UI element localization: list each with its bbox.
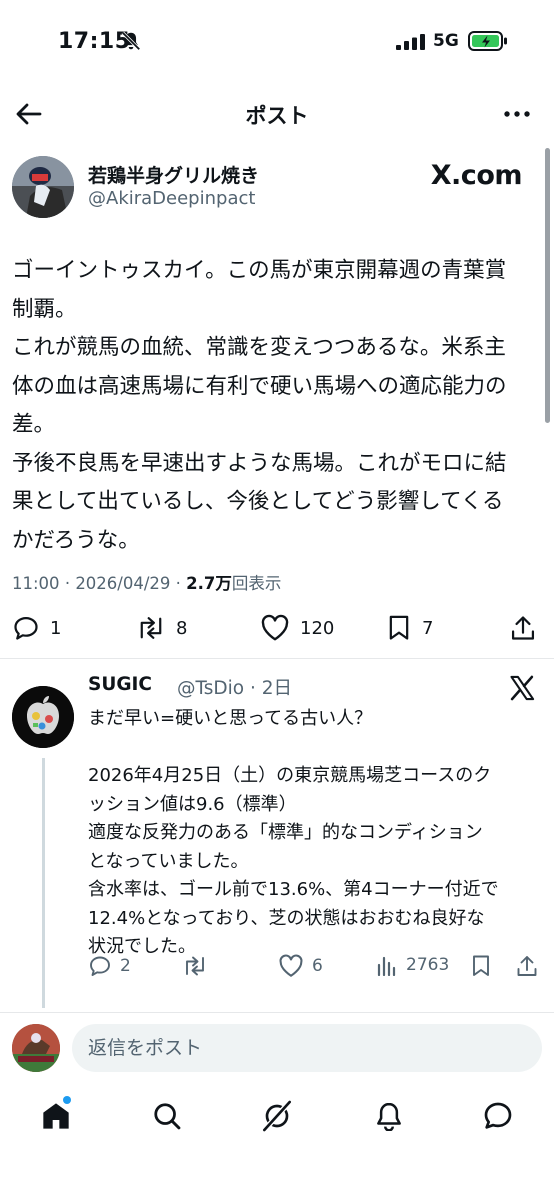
view-label: 回表示 <box>231 574 282 593</box>
author-handle[interactable]: @AkiraDeepinpact <box>88 188 255 209</box>
post-header: ポスト <box>0 86 554 142</box>
reply-author-name[interactable]: SUGIC <box>88 674 152 695</box>
heart-icon <box>279 954 303 977</box>
reply-avatar[interactable] <box>12 686 74 748</box>
search-icon <box>154 1103 181 1130</box>
reply-views-button[interactable]: 2763 <box>376 954 449 976</box>
meta-separator: · <box>249 678 256 699</box>
nav-messages[interactable] <box>480 1098 516 1134</box>
bell-icon <box>377 1102 401 1131</box>
reply-bookmark-button[interactable] <box>470 954 492 978</box>
reply-count: 1 <box>50 617 62 639</box>
share-button[interactable] <box>510 614 536 642</box>
meta-separator: · <box>175 574 181 593</box>
comment-icon <box>90 956 110 976</box>
comment-icon <box>14 616 38 640</box>
reply-button[interactable]: 1 <box>12 614 61 642</box>
reply-input[interactable] <box>72 1024 542 1072</box>
reply-like-button[interactable]: 6 <box>278 954 323 978</box>
notification-dot <box>63 1096 71 1104</box>
bar-chart-icon <box>377 956 396 976</box>
meta-separator: · <box>64 574 71 593</box>
avatar-image <box>12 156 74 218</box>
reply-repost-button[interactable] <box>182 954 216 978</box>
home-icon <box>43 1103 69 1129</box>
reply-share-button[interactable] <box>516 954 538 978</box>
my-avatar[interactable] <box>12 1024 60 1072</box>
reply-post[interactable]: SUGIC @TsDio · 2日 まだ早い=硬いと思ってる古い人？ 2026年… <box>0 662 554 1012</box>
reply-meta: @TsDio · 2日 <box>177 674 292 700</box>
heart-icon <box>261 614 289 641</box>
nav-grok[interactable] <box>259 1098 295 1134</box>
status-bar: 17:15 5G <box>0 0 554 84</box>
racehorse-avatar-image <box>12 1024 60 1072</box>
post-actions: 1 8 120 7 <box>12 610 542 650</box>
network-type: 5G <box>433 31 459 51</box>
apple-logo-avatar-image <box>12 686 74 748</box>
post-text: ゴーイントゥスカイ。この馬が東京開幕週の青葉賞 制覇。 これが競馬の血統、常識を… <box>12 258 507 553</box>
page-title: ポスト <box>245 104 309 128</box>
like-count: 120 <box>300 617 335 639</box>
nav-search[interactable] <box>149 1098 185 1134</box>
more-horizontal-icon <box>504 111 530 117</box>
repost-button[interactable]: 8 <box>136 614 187 642</box>
share-icon <box>517 956 537 976</box>
thread-line <box>42 758 45 1008</box>
reply-like-count: 6 <box>312 956 323 976</box>
source-badge: X.com <box>430 160 523 191</box>
divider <box>0 658 554 659</box>
bookmark-icon <box>389 615 409 640</box>
bell-off-icon <box>121 31 141 51</box>
reply-age: 2日 <box>261 678 293 699</box>
like-button[interactable]: 120 <box>260 614 334 642</box>
author-name[interactable]: 若鶏半身グリル焼き <box>88 161 259 188</box>
post-meta: 11:00 · 2026/04/29 · 2.7万回表示 <box>12 570 281 594</box>
reply-actions: 2 6 2763 <box>88 952 544 984</box>
scrollbar[interactable] <box>545 148 550 423</box>
reply-text: まだ早い=硬いと思ってる古い人？ 2026年4月25日（土）の東京競馬場芝コース… <box>88 708 499 957</box>
repost-count: 8 <box>176 617 188 639</box>
x-logo-icon <box>510 675 535 701</box>
divider <box>0 1012 554 1013</box>
view-count: 2.7万 <box>186 574 232 593</box>
compose-reply <box>0 1016 554 1080</box>
more-button[interactable] <box>500 100 534 128</box>
author-avatar[interactable] <box>12 156 74 218</box>
nav-notifications[interactable] <box>371 1098 407 1134</box>
share-icon <box>511 616 535 640</box>
grok-icon <box>263 1100 291 1132</box>
repost-icon <box>140 617 162 639</box>
reply-reply-count: 2 <box>120 956 131 976</box>
bookmark-count: 7 <box>422 617 434 639</box>
reply-view-count: 2763 <box>406 955 450 975</box>
bookmark-button[interactable]: 7 <box>386 614 433 642</box>
reply-reply-button[interactable]: 2 <box>88 954 131 978</box>
post-time[interactable]: 11:00 <box>12 574 60 593</box>
battery-charging-icon <box>468 31 507 51</box>
signal-icon <box>396 34 425 50</box>
repost-icon <box>186 956 204 976</box>
message-icon <box>484 1102 512 1129</box>
reply-author-handle[interactable]: @TsDio <box>177 678 244 699</box>
bottom-nav <box>0 1084 554 1200</box>
post-date[interactable]: 2026/04/29 <box>75 574 170 593</box>
bookmark-icon <box>473 955 489 976</box>
